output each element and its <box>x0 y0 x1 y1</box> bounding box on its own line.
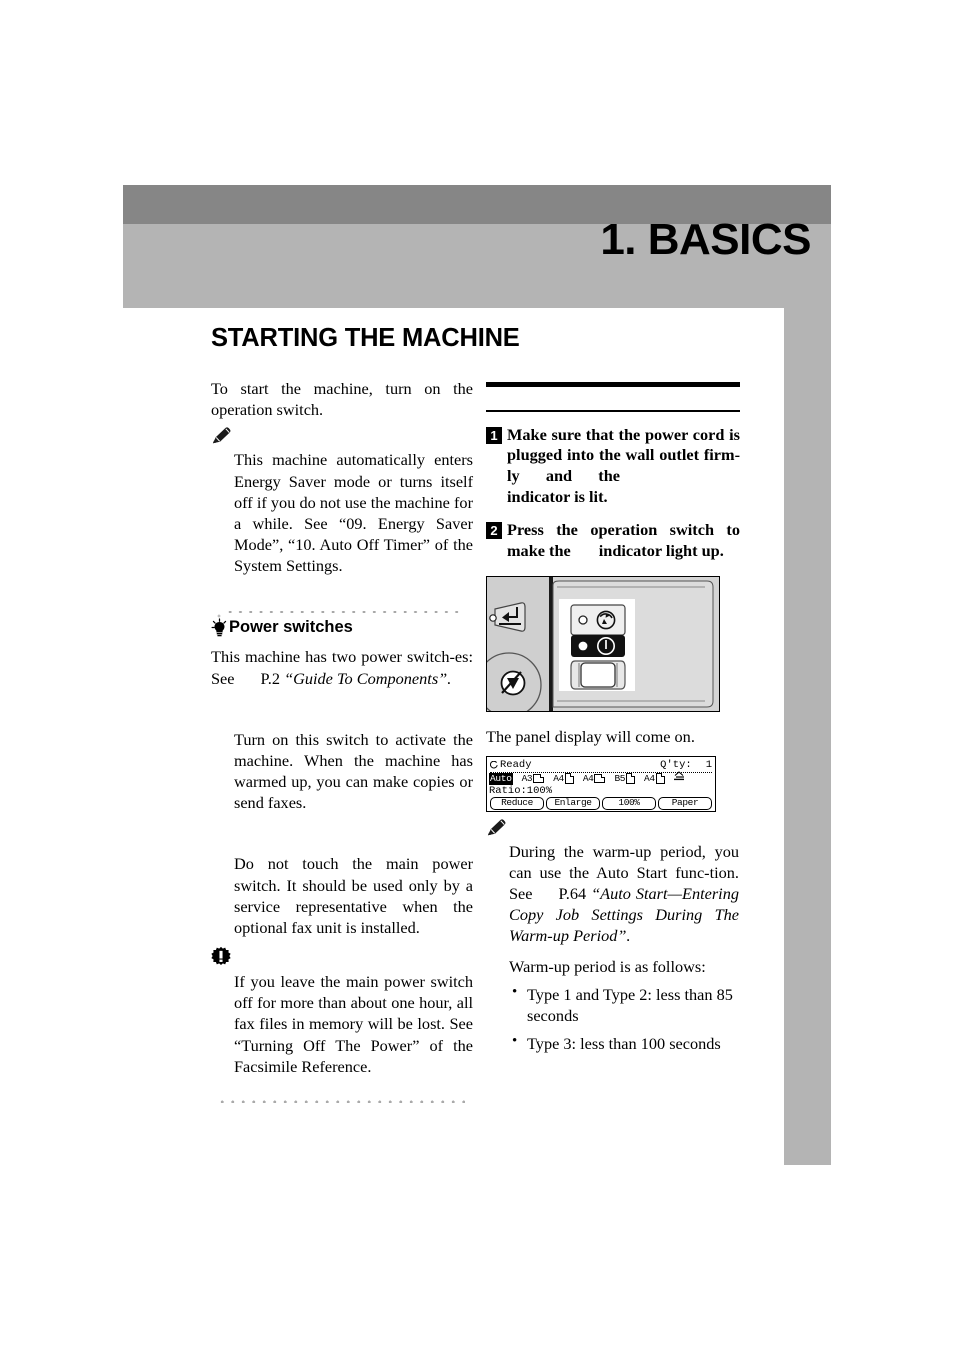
lcd-tray-4-label: A4 <box>644 772 655 784</box>
tray-landscape-icon <box>533 774 545 784</box>
lcd-tray-2[interactable]: A4 <box>583 773 606 785</box>
power-switches-heading: Power switches <box>211 618 473 637</box>
page-body: STARTING THE MACHINE To start the machin… <box>123 308 784 1351</box>
right-column: 1 Make sure that the power cord is plugg… <box>486 378 748 1054</box>
lcd-paper-button[interactable]: Paper <box>658 796 712 810</box>
subsection-dotted-rule-top <box>211 602 473 621</box>
tray-portrait-icon <box>564 773 574 785</box>
energy-saver-note: This machine automatically enters Energy… <box>234 450 473 576</box>
auto-start-ref-title: “Auto Start—Entering Copy Job Settings D… <box>509 884 739 946</box>
intro-paragraph: To start the machine, turn on the operat… <box>211 379 473 420</box>
lcd-status-text: Ready <box>500 759 532 772</box>
lcd-qty-value: 1 <box>705 759 712 772</box>
important-starburst-icon <box>211 946 231 966</box>
operation-panel-illustration <box>486 575 720 712</box>
lcd-tray-1[interactable]: A4 <box>553 773 574 785</box>
lcd-tray-4[interactable]: A4 <box>644 773 665 785</box>
page-title: STARTING THE MACHINE <box>211 324 520 352</box>
procedure-rule-thin <box>486 409 740 412</box>
step-1-number: 1 <box>486 426 502 444</box>
operation-switch-desc: Turn on this switch to activate the mach… <box>234 729 473 813</box>
tray-landscape-icon <box>594 774 606 784</box>
lightbulb-icon <box>211 618 227 637</box>
lcd-paper-row: Auto A3 A4 A4 B5 A4 <box>489 771 712 786</box>
lcd-qty-label: Q'ty: <box>660 759 692 772</box>
lcd-tray-3[interactable]: B5 <box>614 772 636 785</box>
step-1: 1 Make sure that the power cord is plugg… <box>486 425 748 508</box>
lcd-tray-0-label: A3 <box>521 772 533 784</box>
page-side-strip <box>784 308 831 1165</box>
operation-panel-drawing <box>487 576 719 711</box>
step-2-text-b: indicator light up. <box>598 540 724 560</box>
lcd-tray-1-label: A4 <box>553 772 564 784</box>
step-2-text: Press the operation switch to make the in… <box>507 520 740 561</box>
lcd-reduce-button[interactable]: Reduce <box>490 796 544 810</box>
bypass-tray-glyph <box>673 771 684 781</box>
step-2-number: 2 <box>486 522 502 540</box>
pencil-note-icon <box>487 819 506 836</box>
power-switches-label: Power switches <box>229 618 353 637</box>
panel-display-caption: The panel display will come on. <box>486 726 695 746</box>
main-power-switch-desc: Do not touch the main power switch. It s… <box>234 854 473 937</box>
list-item: Type 1 and Type 2: less than 85 seconds <box>509 983 748 1026</box>
guide-ref-title: “Guide To Components”. <box>284 668 452 688</box>
tray-portrait-icon <box>655 773 665 785</box>
lcd-tray-0[interactable]: A3 <box>522 773 545 785</box>
pencil-note-icon <box>212 427 231 444</box>
power-switches-intro: This machine has two power switch-es: Se… <box>211 646 473 688</box>
warmup-list: Type 1 and Type 2: less than 85 seconds … <box>509 983 748 1055</box>
tray-portrait-icon <box>626 773 636 785</box>
lcd-tray-2-label: A4 <box>582 772 594 784</box>
lcd-button-row: Reduce Enlarge 100% Paper <box>490 796 712 810</box>
bypass-tray-icon[interactable] <box>673 771 685 786</box>
lcd-tray-3-label: B5 <box>614 772 626 784</box>
auto-start-ref-page: P.64 <box>558 884 587 904</box>
step-1-text: Make sure that the power cord is plugged… <box>507 425 740 508</box>
lcd-ratio-text: Ratio:100% <box>489 784 553 797</box>
ready-clock-icon <box>490 760 498 769</box>
step-2: 2 Press the operation switch to make the… <box>486 520 748 561</box>
main-power-warning: If you leave the main power switch off f… <box>234 972 473 1076</box>
lcd-auto-chip[interactable]: Auto <box>489 772 513 785</box>
auto-start-note: During the warm-up period, you can use t… <box>509 841 739 947</box>
procedure-rule-thick <box>486 382 740 387</box>
chapter-title: 1. BASICS <box>600 215 811 264</box>
list-item: Type 3: less than 100 seconds <box>509 1032 748 1054</box>
warmup-intro: Warm-up period is as follows: <box>509 956 706 976</box>
left-column: To start the machine, turn on the operat… <box>211 378 473 1103</box>
step-1-text-a: Make sure that the power cord is plugged… <box>507 424 740 485</box>
step-1-text-b: indicator is lit. <box>507 486 608 506</box>
lcd-100-percent-button[interactable]: 100% <box>602 796 656 810</box>
guide-ref-page: P.2 <box>260 668 280 688</box>
lcd-panel-display: Ready Q'ty: 1 Auto A3 A4 A4 B5 A4 Ratio:… <box>486 755 716 812</box>
subsection-dotted-rule-bottom <box>217 1092 465 1103</box>
lcd-enlarge-button[interactable]: Enlarge <box>546 796 600 810</box>
